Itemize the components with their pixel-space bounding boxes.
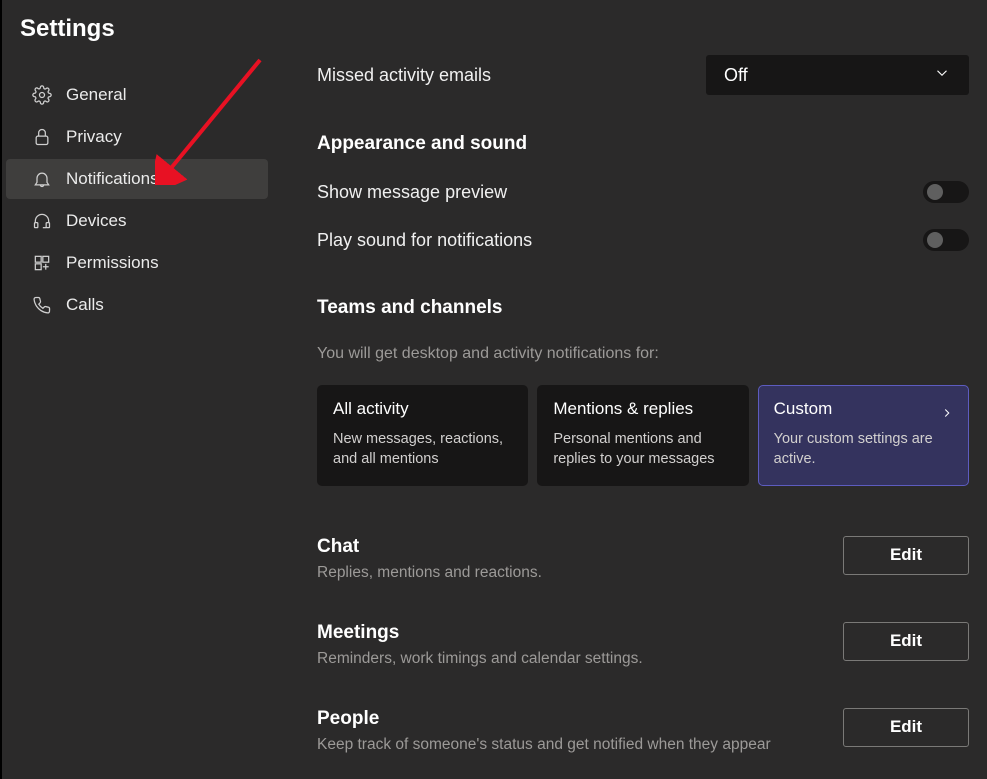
sidebar-item-devices[interactable]: Devices (6, 201, 268, 241)
sidebar: Settings General Privacy Notifications D… (2, 0, 272, 779)
teams-subtext: You will get desktop and activity notifi… (317, 345, 969, 363)
meetings-title: Meetings (317, 622, 643, 644)
chat-title: Chat (317, 536, 542, 558)
sidebar-item-label: General (66, 85, 126, 105)
sidebar-item-calls[interactable]: Calls (6, 285, 268, 325)
bell-icon (32, 169, 52, 189)
chevron-right-icon (940, 406, 954, 425)
people-title: People (317, 708, 771, 730)
chevron-down-icon (933, 64, 951, 87)
lock-icon (32, 127, 52, 147)
sidebar-item-permissions[interactable]: Permissions (6, 243, 268, 283)
play-sound-label: Play sound for notifications (317, 230, 532, 251)
card-mentions-replies[interactable]: Mentions & replies Personal mentions and… (537, 385, 748, 486)
sidebar-item-notifications[interactable]: Notifications (6, 159, 268, 199)
missed-emails-label: Missed activity emails (317, 65, 491, 86)
card-title: All activity (333, 399, 512, 419)
missed-emails-dropdown[interactable]: Off (706, 55, 969, 95)
sidebar-item-label: Devices (66, 211, 126, 231)
message-preview-toggle[interactable] (923, 181, 969, 203)
card-custom[interactable]: Custom Your custom settings are active. (758, 385, 969, 486)
chat-desc: Replies, mentions and reactions. (317, 564, 542, 582)
meetings-edit-button[interactable]: Edit (843, 622, 969, 661)
card-desc: Personal mentions and replies to your me… (553, 429, 732, 470)
headset-icon (32, 211, 52, 231)
play-sound-toggle[interactable] (923, 229, 969, 251)
people-desc: Keep track of someone's status and get n… (317, 736, 771, 754)
page-title: Settings (2, 15, 272, 73)
content-area: Missed activity emails Off Appearance an… (272, 0, 987, 779)
card-desc: Your custom settings are active. (774, 429, 953, 470)
sidebar-item-label: Permissions (66, 253, 159, 273)
teams-heading: Teams and channels (317, 297, 969, 319)
card-title: Mentions & replies (553, 399, 732, 419)
appearance-heading: Appearance and sound (317, 133, 969, 155)
gear-icon (32, 85, 52, 105)
card-all-activity[interactable]: All activity New messages, reactions, an… (317, 385, 528, 486)
card-title: Custom (774, 399, 953, 419)
chat-edit-button[interactable]: Edit (843, 536, 969, 575)
sidebar-item-label: Privacy (66, 127, 122, 147)
sidebar-item-privacy[interactable]: Privacy (6, 117, 268, 157)
meetings-desc: Reminders, work timings and calendar set… (317, 650, 643, 668)
phone-icon (32, 295, 52, 315)
sidebar-item-general[interactable]: General (6, 75, 268, 115)
people-edit-button[interactable]: Edit (843, 708, 969, 747)
sidebar-item-label: Notifications (66, 169, 159, 189)
dropdown-value: Off (724, 65, 748, 86)
message-preview-label: Show message preview (317, 182, 507, 203)
card-desc: New messages, reactions, and all mention… (333, 429, 512, 470)
sidebar-item-label: Calls (66, 295, 104, 315)
apps-icon (32, 253, 52, 273)
